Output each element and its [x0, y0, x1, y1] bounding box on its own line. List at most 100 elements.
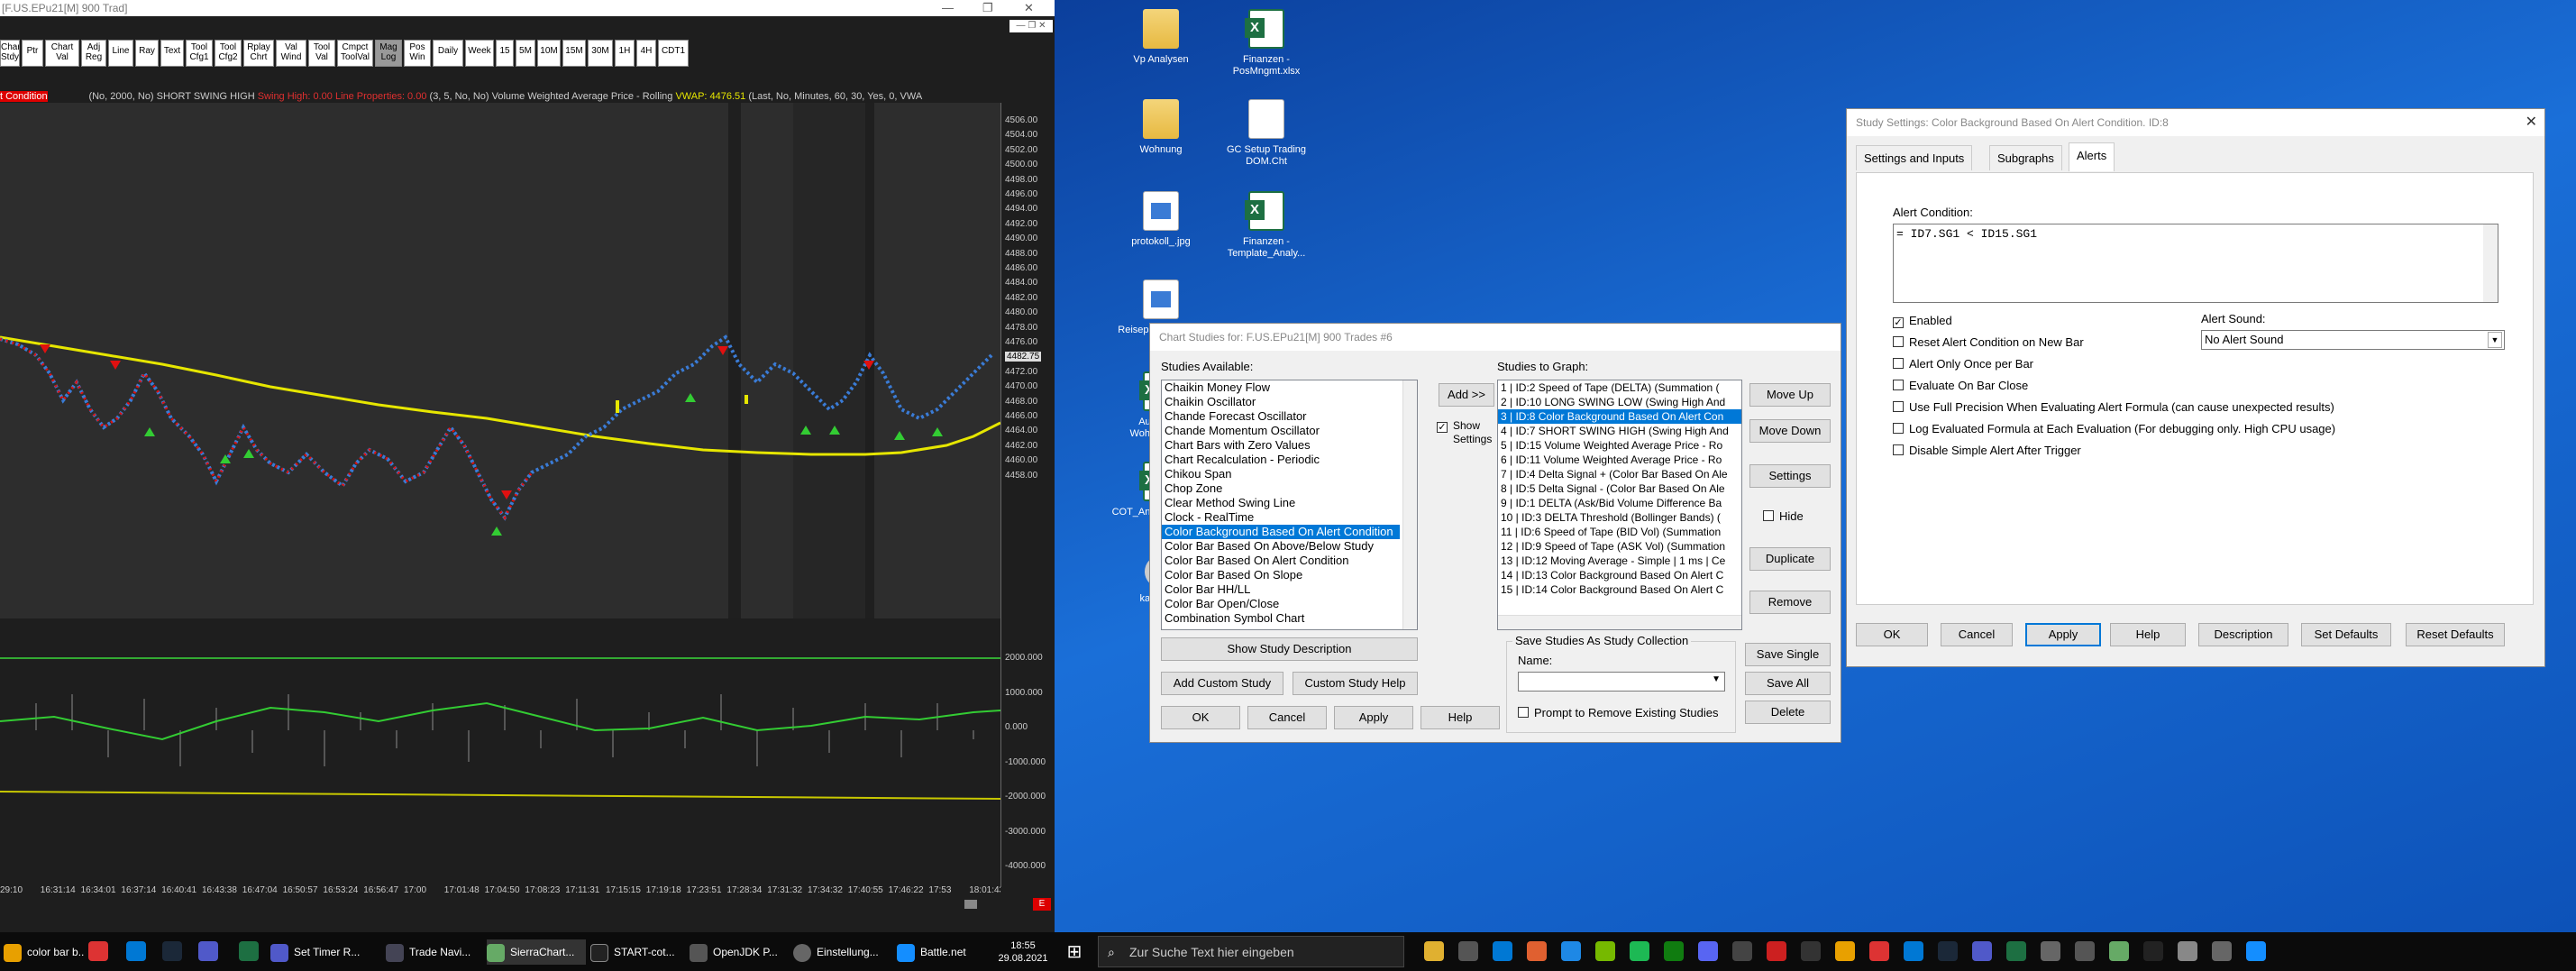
discord-icon[interactable] — [1698, 941, 1718, 961]
custom-study-help-button[interactable]: Custom Study Help — [1293, 672, 1418, 695]
alert-option-checkbox[interactable]: ✓ Enabled — [1893, 314, 1952, 328]
desktop-icon-wohnung[interactable]: Wohnung — [1107, 99, 1215, 156]
toolbar-button[interactable]: Pos Win — [404, 40, 431, 67]
available-study-item[interactable]: Clear Method Swing Line — [1162, 496, 1400, 510]
alert-option-checkbox[interactable]: Alert Only Once per Bar — [1893, 357, 2033, 371]
desktop-icon-template[interactable]: Finanzen - Template_Analy... — [1212, 191, 1320, 260]
close-icon[interactable]: ✕ — [2526, 113, 2537, 131]
available-study-item[interactable]: Combination Symbol Chart — [1162, 611, 1400, 626]
available-study-item[interactable]: Clock - RealTime — [1162, 510, 1400, 525]
obs-icon[interactable] — [1732, 941, 1752, 961]
graph-study-item[interactable]: 3 | ID:8 Color Background Based On Alert… — [1498, 409, 1741, 424]
toolbar-button[interactable]: 5M — [516, 40, 535, 67]
taskbar-item-set-timer[interactable]: Set Timer R... — [270, 939, 379, 965]
taskbar-item-start-cot[interactable]: START-cot... — [590, 939, 685, 965]
graph-study-item[interactable]: 8 | ID:5 Delta Signal - (Color Bar Based… — [1498, 481, 1741, 496]
taskbar-item-battlenet[interactable]: Battle.net — [897, 939, 987, 965]
terminal-icon[interactable] — [2143, 941, 2163, 961]
steam-icon[interactable] — [162, 941, 182, 961]
apply-button[interactable]: Apply — [2025, 623, 2101, 646]
graph-study-item[interactable]: 14 | ID:13 Color Background Based On Ale… — [1498, 568, 1741, 582]
excel-icon[interactable] — [2006, 941, 2026, 961]
available-study-item[interactable]: Color Bar Based On Above/Below Study — [1162, 539, 1400, 554]
alert-option-checkbox[interactable]: Use Full Precision When Evaluating Alert… — [1893, 400, 2334, 414]
sub-window-controls[interactable]: — ❐ ✕ — [1009, 20, 1053, 32]
taskbar-item-trade-navi[interactable]: Trade Navi... — [386, 939, 485, 965]
graph-study-item[interactable]: 1 | ID:2 Speed of Tape (DELTA) (Summatio… — [1498, 380, 1741, 395]
toolbar-button[interactable]: Ptr — [22, 40, 43, 67]
toolbar-button[interactable]: 1H — [615, 40, 635, 67]
desktop-icon-posmngmt[interactable]: Finanzen - PosMngmt.xlsx — [1212, 9, 1320, 78]
desktop-icon-gc-setup[interactable]: GC Setup Trading DOM.Cht — [1212, 99, 1320, 168]
sierrachart-icon[interactable] — [2109, 941, 2129, 961]
corner-badge[interactable]: E — [1033, 898, 1051, 911]
paint-icon[interactable] — [1527, 941, 1547, 961]
toolbar-button[interactable]: CDT1 — [658, 40, 689, 67]
minimize-icon[interactable]: — — [942, 0, 954, 16]
ship-icon[interactable] — [2075, 941, 2095, 961]
store-icon[interactable] — [1458, 941, 1478, 961]
taskbar-item-color-bar[interactable]: color bar b... — [4, 939, 85, 965]
taskbar-item-sierrachart[interactable]: SierraChart... — [487, 939, 586, 965]
show-description-button[interactable]: Show Study Description — [1161, 637, 1418, 661]
toolbar-button[interactable]: Text — [160, 40, 184, 67]
mail-icon[interactable] — [1493, 941, 1512, 961]
save-all-button[interactable]: Save All — [1745, 672, 1831, 695]
ok-button[interactable]: OK — [1161, 706, 1240, 729]
available-study-item[interactable]: Chande Forecast Oscillator — [1162, 409, 1400, 424]
graph-study-item[interactable]: 13 | ID:12 Moving Average - Simple | 1 m… — [1498, 554, 1741, 568]
toolbar-button[interactable]: 15 — [496, 40, 514, 67]
reset-defaults-button[interactable]: Reset Defaults — [2406, 623, 2505, 646]
available-study-item[interactable]: Chart Bars with Zero Values — [1162, 438, 1400, 453]
vivaldi-icon[interactable] — [88, 941, 108, 961]
toolbar-button[interactable]: Ray — [135, 40, 159, 67]
tab-alerts[interactable]: Alerts — [2069, 142, 2115, 171]
delta-subgraph[interactable] — [0, 631, 1001, 884]
alert-option-checkbox[interactable]: Evaluate On Bar Close — [1893, 379, 2028, 392]
toolbar-button[interactable]: Rplay Chrt — [243, 40, 274, 67]
available-study-item[interactable]: Color Bar Based On Alert Condition — [1162, 554, 1400, 568]
alert-sound-select[interactable]: No Alert Sound ▼ — [2201, 330, 2505, 350]
nvidia-icon[interactable] — [1595, 941, 1615, 961]
horizontal-scrollbar[interactable] — [1498, 615, 1741, 629]
remove-button[interactable]: Remove — [1749, 591, 1831, 614]
ok-button[interactable]: OK — [1856, 623, 1928, 646]
list-scrollbar[interactable] — [1402, 380, 1417, 629]
tab-settings-inputs[interactable]: Settings and Inputs — [1856, 145, 1973, 170]
move-up-button[interactable]: Move Up — [1749, 383, 1831, 407]
available-study-item[interactable]: Color Bar HH/LL — [1162, 582, 1400, 597]
toolbar-button[interactable]: Tool Cfg1 — [186, 40, 213, 67]
show-settings-checkbox[interactable]: ✓ Show Settings — [1437, 419, 1500, 446]
add-button[interactable]: Add >> — [1439, 383, 1494, 407]
chrome-icon[interactable] — [1835, 941, 1855, 961]
taskbar-item-openjdk[interactable]: OpenJDK P... — [690, 939, 789, 965]
graph-study-item[interactable]: 15 | ID:14 Color Background Based On Ale… — [1498, 582, 1741, 597]
toolbar-button[interactable]: Week — [465, 40, 494, 67]
steam-icon[interactable] — [1938, 941, 1958, 961]
teams-icon[interactable] — [1972, 941, 1992, 961]
gear-icon[interactable] — [2212, 941, 2232, 961]
time-axis[interactable]: 29:10 16:31:14 16:34:01 16:37:14 16:40:41 16:… — [0, 884, 1000, 898]
outlook-icon[interactable] — [1904, 941, 1923, 961]
set-defaults-button[interactable]: Set Defaults — [2301, 623, 2391, 646]
help-button[interactable]: Help — [2110, 623, 2186, 646]
help-button[interactable]: Help — [1420, 706, 1500, 729]
taskbar-item-einstellungen[interactable]: Einstellung... — [793, 939, 892, 965]
toolbar-button[interactable]: Line — [108, 40, 133, 67]
tab-subgraphs[interactable]: Subgraphs — [1989, 145, 2062, 170]
toolbar-button[interactable]: Daily — [433, 40, 463, 67]
excel-icon[interactable] — [239, 941, 259, 961]
duplicate-button[interactable]: Duplicate — [1749, 547, 1831, 571]
search-box[interactable]: ⌕ Zur Suche Text hier eingeben — [1098, 936, 1404, 967]
available-study-item[interactable]: Chaikin Money Flow — [1162, 380, 1400, 395]
alert-option-checkbox[interactable]: Disable Simple Alert After Trigger — [1893, 444, 2081, 457]
outlook-icon[interactable] — [126, 941, 146, 961]
toolbar-button[interactable]: 10M — [537, 40, 561, 67]
graph-study-item[interactable]: 6 | ID:11 Volume Weighted Average Price … — [1498, 453, 1741, 467]
graph-study-item[interactable]: 4 | ID:7 SHORT SWING HIGH (Swing High An… — [1498, 424, 1741, 438]
prompt-remove-checkbox[interactable]: Prompt to Remove Existing Studies — [1518, 706, 1718, 719]
toolbar-button[interactable]: Chart Val — [45, 40, 79, 67]
cancel-button[interactable]: Cancel — [1247, 706, 1327, 729]
toolbar-button[interactable]: Adj Reg — [81, 40, 106, 67]
studies-available-list[interactable]: Chaikin Money Flow Chaikin Oscillator Chan… — [1161, 380, 1418, 630]
